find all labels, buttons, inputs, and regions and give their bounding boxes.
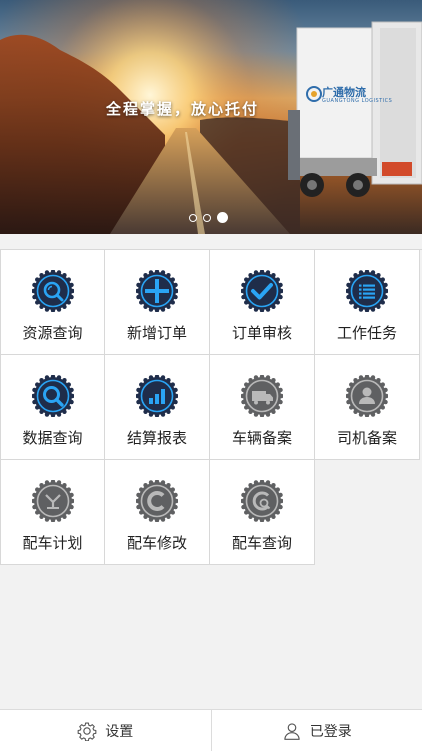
menu-item-vehicle-record[interactable]: 车辆备案	[210, 355, 315, 460]
menu-item-label: 工作任务	[337, 322, 397, 343]
menu-item-dispatch-plan[interactable]: 配车计划	[0, 460, 105, 565]
carousel-indicator	[189, 212, 228, 223]
banner-slogan: 全程掌握，放心托付	[106, 98, 259, 119]
gear-icon	[77, 721, 97, 741]
menu-item-dispatch-modify[interactable]: 配车修改	[105, 460, 210, 565]
truck-icon	[241, 375, 283, 417]
menu-item-driver-record[interactable]: 司机备案	[315, 355, 420, 460]
truck-illustration	[288, 22, 422, 197]
bar-chart-icon	[136, 375, 178, 417]
function-menu-grid: 资源查询 新增订单 订单审核 工作任务 数据查询 结算报表 车辆备案 司机备案 …	[0, 249, 422, 565]
menu-item-label: 司机备案	[337, 427, 397, 448]
menu-item-label: 配车修改	[127, 532, 187, 553]
menu-item-label: 订单审核	[232, 322, 292, 343]
menu-item-label: 新增订单	[127, 322, 187, 343]
settings-label: 设置	[105, 721, 133, 741]
menu-item-order-review[interactable]: 订单审核	[210, 250, 315, 355]
list-icon	[346, 270, 388, 312]
menu-item-work-tasks[interactable]: 工作任务	[315, 250, 420, 355]
bottom-toolbar: 设置 已登录	[0, 709, 422, 751]
menu-item-settlement-report[interactable]: 结算报表	[105, 355, 210, 460]
menu-item-label: 结算报表	[127, 427, 187, 448]
driver-icon	[346, 375, 388, 417]
menu-item-data-search[interactable]: 数据查询	[0, 355, 105, 460]
menu-item-new-order[interactable]: 新增订单	[105, 250, 210, 355]
dispatch-search-icon	[241, 480, 283, 522]
menu-item-label: 配车查询	[232, 532, 292, 553]
settings-button[interactable]: 设置	[0, 710, 211, 751]
banner-carousel[interactable]: 全程掌握，放心托付 广通物流 GUANGTONG LOGISTICS	[0, 0, 422, 234]
menu-item-resource-search[interactable]: 资源查询	[0, 250, 105, 355]
empty-cell	[315, 460, 420, 565]
menu-item-label: 资源查询	[22, 322, 82, 343]
login-status-label: 已登录	[310, 721, 352, 741]
modify-icon	[136, 480, 178, 522]
carousel-dot[interactable]	[203, 214, 211, 222]
plus-icon	[136, 270, 178, 312]
check-icon	[241, 270, 283, 312]
carousel-dot-active[interactable]	[217, 212, 228, 223]
plan-icon	[32, 480, 74, 522]
menu-item-label: 配车计划	[22, 532, 82, 553]
carousel-dot[interactable]	[189, 214, 197, 222]
search-icon	[32, 375, 74, 417]
resource-search-icon	[32, 270, 74, 312]
truck-logo-subtext: GUANGTONG LOGISTICS	[322, 98, 392, 104]
menu-item-label: 车辆备案	[232, 427, 292, 448]
login-status-button[interactable]: 已登录	[211, 710, 422, 751]
user-icon	[282, 721, 302, 741]
menu-item-dispatch-search[interactable]: 配车查询	[210, 460, 315, 565]
menu-item-label: 数据查询	[22, 427, 82, 448]
